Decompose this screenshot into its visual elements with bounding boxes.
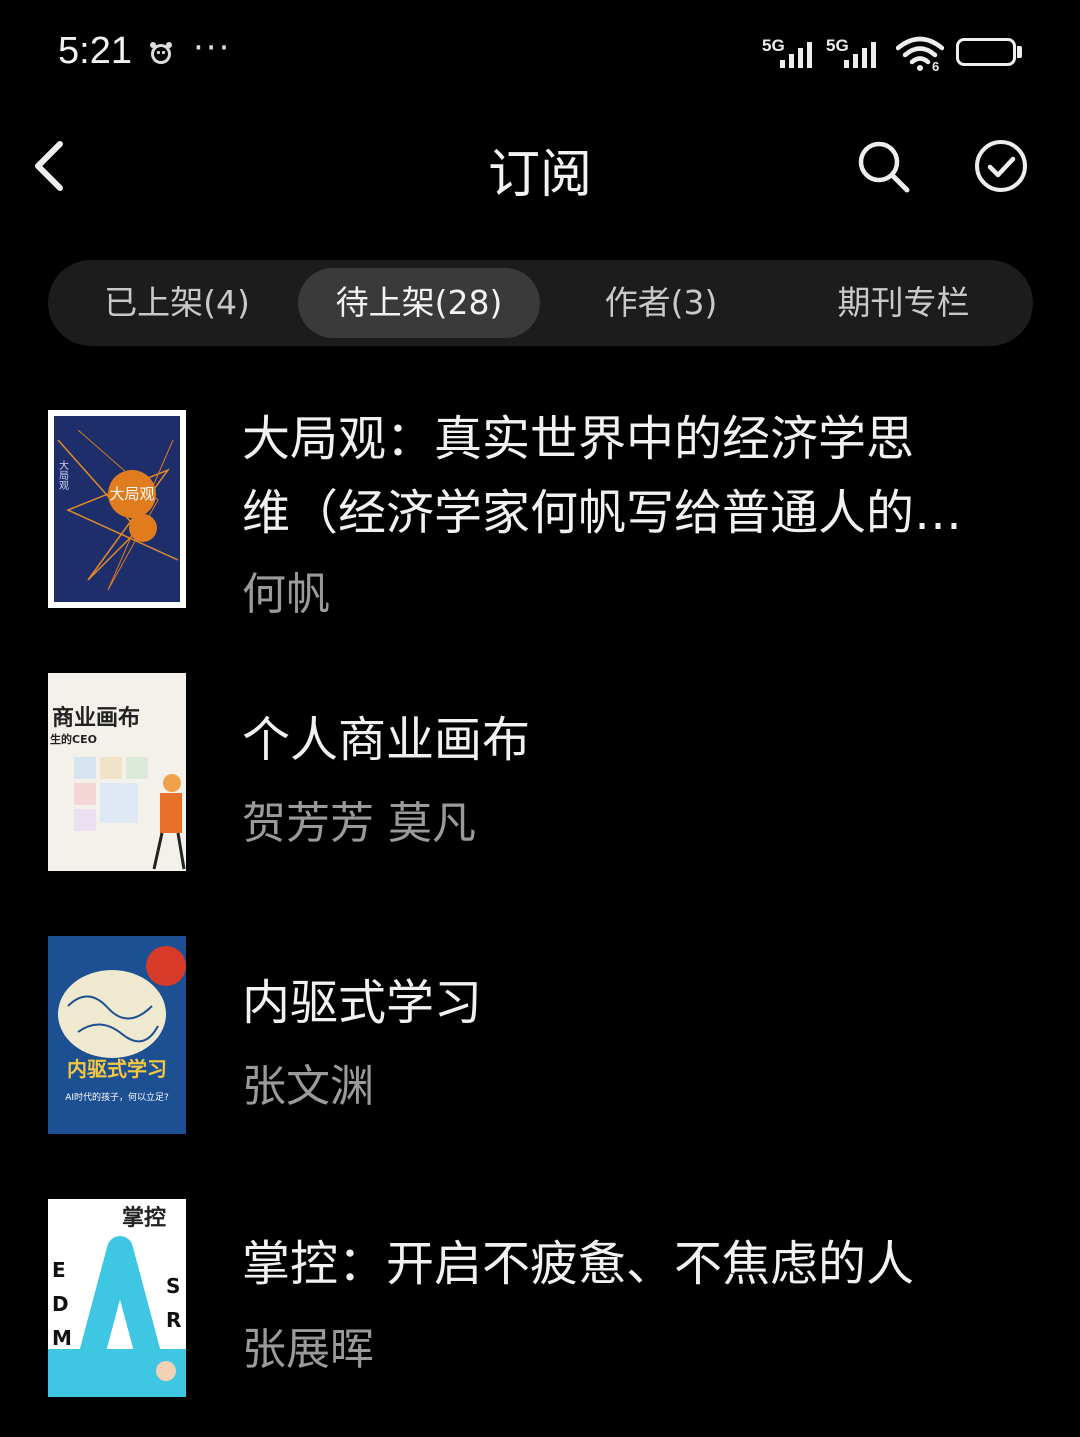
- cover-subtitle: AI时代的孩子，何以立足?: [65, 1091, 169, 1103]
- book-title[interactable]: 掌控：开启不疲惫、不焦虑的人: [242, 1227, 1042, 1301]
- cover-title: 掌控: [122, 1205, 166, 1231]
- book-title[interactable]: 内驱式学习: [242, 966, 1042, 1040]
- battery-cap: [1017, 46, 1022, 58]
- book-title[interactable]: 大局观：真实世界中的经济学思 维（经济学家何帆写给普通人的…: [242, 402, 1042, 550]
- book-author: 何帆: [242, 569, 330, 620]
- book-author: 张展晖: [242, 1324, 374, 1375]
- signal-icon-sim1: 5G: [762, 36, 822, 70]
- book-author: 贺芳芳 莫凡: [242, 798, 476, 849]
- wifi-icon: 6: [896, 36, 944, 72]
- signal-icon-sim2: 5G: [826, 36, 886, 70]
- book-cover-art: 掌控 E D M S R: [48, 1199, 186, 1397]
- status-bar: 5:21 ··· 5G 5G 6 92: [0, 0, 1080, 110]
- battery-icon: 92: [956, 38, 1016, 66]
- book-title[interactable]: 个人商业画布: [242, 703, 1042, 777]
- book-title-line: 维（经济学家何帆写给普通人的…: [242, 485, 963, 541]
- svg-text:M: M: [52, 1326, 72, 1350]
- book-cover-art: 商业画布 生的CEO: [48, 673, 186, 871]
- svg-text:R: R: [166, 1308, 181, 1332]
- svg-text:S: S: [166, 1274, 180, 1298]
- tab-bar: 已上架(4) 待上架(28) 作者(3) 期刊专栏: [48, 260, 1033, 346]
- book-cover-art: 大局观 大局观: [54, 416, 180, 602]
- book-author: 张文渊: [242, 1061, 374, 1112]
- svg-text:E: E: [52, 1258, 66, 1282]
- page-title: 订阅: [487, 145, 592, 205]
- battery-percent: 92: [975, 40, 997, 61]
- tab-on-shelf[interactable]: 已上架(4): [56, 268, 298, 338]
- book-cover[interactable]: 内驱式学习 AI时代的孩子，何以立足?: [48, 936, 186, 1134]
- list-item[interactable]: 内驱式学习 AI时代的孩子，何以立足? 内驱式学习 张文渊: [0, 906, 1080, 1166]
- status-time: 5:21: [58, 30, 132, 72]
- signal-bars-icon: [780, 42, 812, 68]
- wifi-badge: 6: [932, 59, 939, 72]
- book-cover[interactable]: 掌控 E D M S R: [48, 1199, 186, 1397]
- cover-title: 商业画布: [52, 705, 140, 731]
- book-cover[interactable]: 商业画布 生的CEO: [48, 673, 186, 871]
- more-notifications-icon: ···: [193, 28, 232, 68]
- list-item[interactable]: 商业画布 生的CEO 个人商业画布 贺芳芳 莫凡: [0, 643, 1080, 903]
- tab-authors[interactable]: 作者(3): [540, 268, 782, 338]
- list-item[interactable]: 掌控 E D M S R 掌控：开启不疲惫、不焦虑的人 张展晖: [0, 1169, 1080, 1429]
- cover-side-text: 大局观: [57, 459, 69, 491]
- book-cover[interactable]: 大局观 大局观: [48, 410, 186, 608]
- cover-title: 大局观: [109, 485, 154, 503]
- list-item[interactable]: 大局观 大局观 大局观：真实世界中的经济学思 维（经济学家何帆写给普通人的… 何…: [0, 380, 1080, 640]
- tab-periodicals[interactable]: 期刊专栏: [782, 268, 1025, 338]
- cover-subtitle: 生的CEO: [50, 732, 97, 746]
- book-title-line: 大局观：真实世界中的经济学思: [242, 411, 915, 467]
- signal-bars-icon: [844, 42, 876, 68]
- svg-text:D: D: [52, 1292, 69, 1316]
- book-cover-art: 内驱式学习 AI时代的孩子，何以立足?: [48, 936, 186, 1134]
- top-app-bar: 订阅: [0, 110, 1080, 220]
- alarm-icon: [150, 42, 172, 64]
- search-icon[interactable]: [855, 138, 911, 194]
- tab-pending[interactable]: 待上架(28): [298, 268, 540, 338]
- select-check-icon[interactable]: [973, 138, 1029, 194]
- cover-title: 内驱式学习: [67, 1057, 167, 1081]
